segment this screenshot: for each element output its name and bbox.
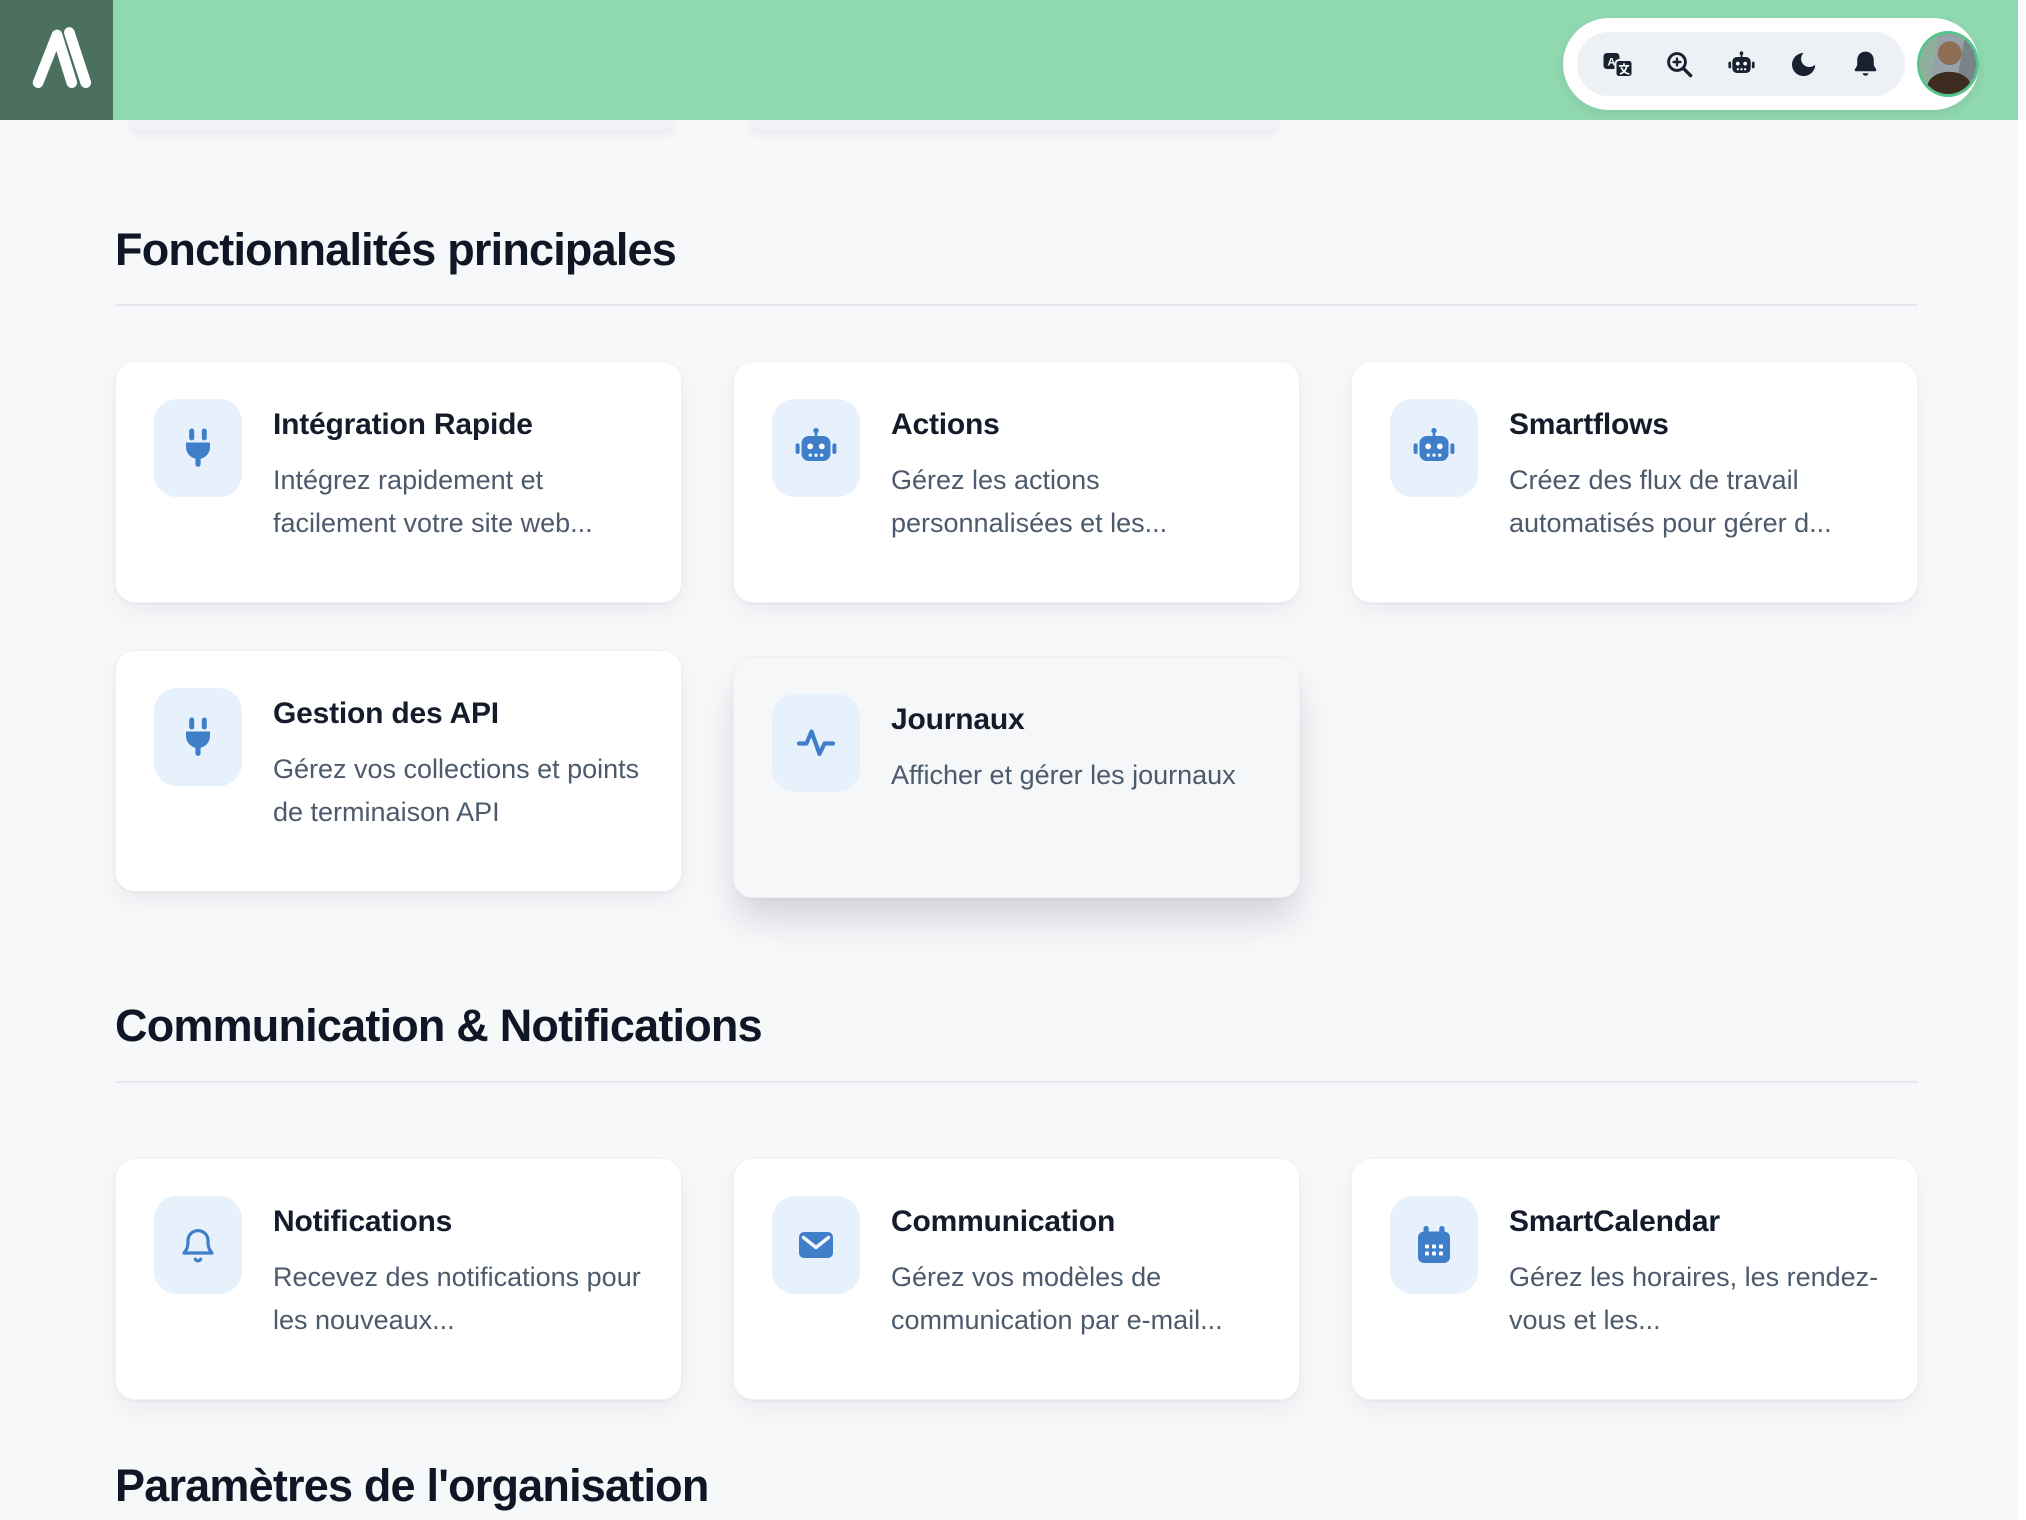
app-header: A xyxy=(0,0,2026,120)
robot-icon xyxy=(772,399,860,497)
translate-icon[interactable]: A xyxy=(1601,48,1633,80)
card-gestion-des-api[interactable]: Gestion des API Gérez vos collections et… xyxy=(115,650,682,892)
bell-outline-icon xyxy=(154,1196,242,1294)
svg-text:A: A xyxy=(1607,56,1615,68)
section-title-fonctionnalites: Fonctionnalités principales xyxy=(115,222,1918,278)
card-notifications[interactable]: Notifications Recevez des notifications … xyxy=(115,1158,682,1400)
card-description: Gérez les actions personnalisées et les.… xyxy=(891,459,1265,545)
robot-icon xyxy=(1390,399,1478,497)
communication-grid: Notifications Recevez des notifications … xyxy=(115,1158,1918,1400)
card-actions[interactable]: Actions Gérez les actions personnalisées… xyxy=(733,361,1300,603)
card-title: Smartflows xyxy=(1509,407,1883,443)
section-divider xyxy=(115,304,1918,306)
scrollbar-track[interactable] xyxy=(2018,0,2026,1520)
card-title: Gestion des API xyxy=(273,696,647,732)
card-smartflows[interactable]: Smartflows Créez des flux de travail aut… xyxy=(1351,361,1918,603)
topbar-actions: A xyxy=(1563,18,1979,110)
card-description: Gérez vos collections et points de termi… xyxy=(273,748,647,834)
section-title-communication: Communication & Notifications xyxy=(115,998,1918,1054)
card-description: Recevez des notifications pour les nouve… xyxy=(273,1256,647,1342)
activity-icon xyxy=(772,694,860,792)
card-title: Actions xyxy=(891,407,1265,443)
card-integration-rapide[interactable]: Intégration Rapide Intégrez rapidement e… xyxy=(115,361,682,603)
card-smartcalendar[interactable]: SmartCalendar Gérez les horaires, les re… xyxy=(1351,1158,1918,1400)
plug-icon xyxy=(154,399,242,497)
topbar-icon-pill: A xyxy=(1577,32,1905,96)
section-title-parametres: Paramètres de l'organisation xyxy=(115,1458,1918,1514)
features-grid: Intégration Rapide Intégrez rapidement e… xyxy=(115,361,1918,892)
card-description: Gérez les horaires, les rendez-vous et l… xyxy=(1509,1256,1883,1342)
card-description: Afficher et gérer les journaux xyxy=(891,754,1236,797)
card-journaux[interactable]: Journaux Afficher et gérer les journaux xyxy=(733,656,1300,898)
logo-mark-icon xyxy=(20,20,94,101)
app-logo[interactable] xyxy=(0,0,113,120)
notifications-bell-icon[interactable] xyxy=(1849,48,1881,80)
card-title: Communication xyxy=(891,1204,1265,1240)
card-title: Notifications xyxy=(273,1204,647,1240)
card-title: Intégration Rapide xyxy=(273,407,647,443)
calendar-icon xyxy=(1390,1196,1478,1294)
card-title: SmartCalendar xyxy=(1509,1204,1883,1240)
main-content: Fonctionnalités principales Intégration … xyxy=(115,0,1918,1514)
card-description: Intégrez rapidement et facilement votre … xyxy=(273,459,647,545)
card-communication[interactable]: Communication Gérez vos modèles de commu… xyxy=(733,1158,1300,1400)
card-title: Journaux xyxy=(891,702,1236,738)
card-description: Gérez vos modèles de communication par e… xyxy=(891,1256,1265,1342)
card-description: Créez des flux de travail automatisés po… xyxy=(1509,459,1883,545)
robot-assistant-icon[interactable] xyxy=(1725,48,1757,80)
zoom-in-icon[interactable] xyxy=(1663,48,1695,80)
partial-card-remnant xyxy=(128,120,675,129)
mail-icon xyxy=(772,1196,860,1294)
plug-icon xyxy=(154,688,242,786)
partial-card-remnant xyxy=(749,120,1279,129)
dark-mode-moon-icon[interactable] xyxy=(1787,48,1819,80)
section-divider xyxy=(115,1081,1918,1083)
user-avatar[interactable] xyxy=(1917,31,1979,97)
